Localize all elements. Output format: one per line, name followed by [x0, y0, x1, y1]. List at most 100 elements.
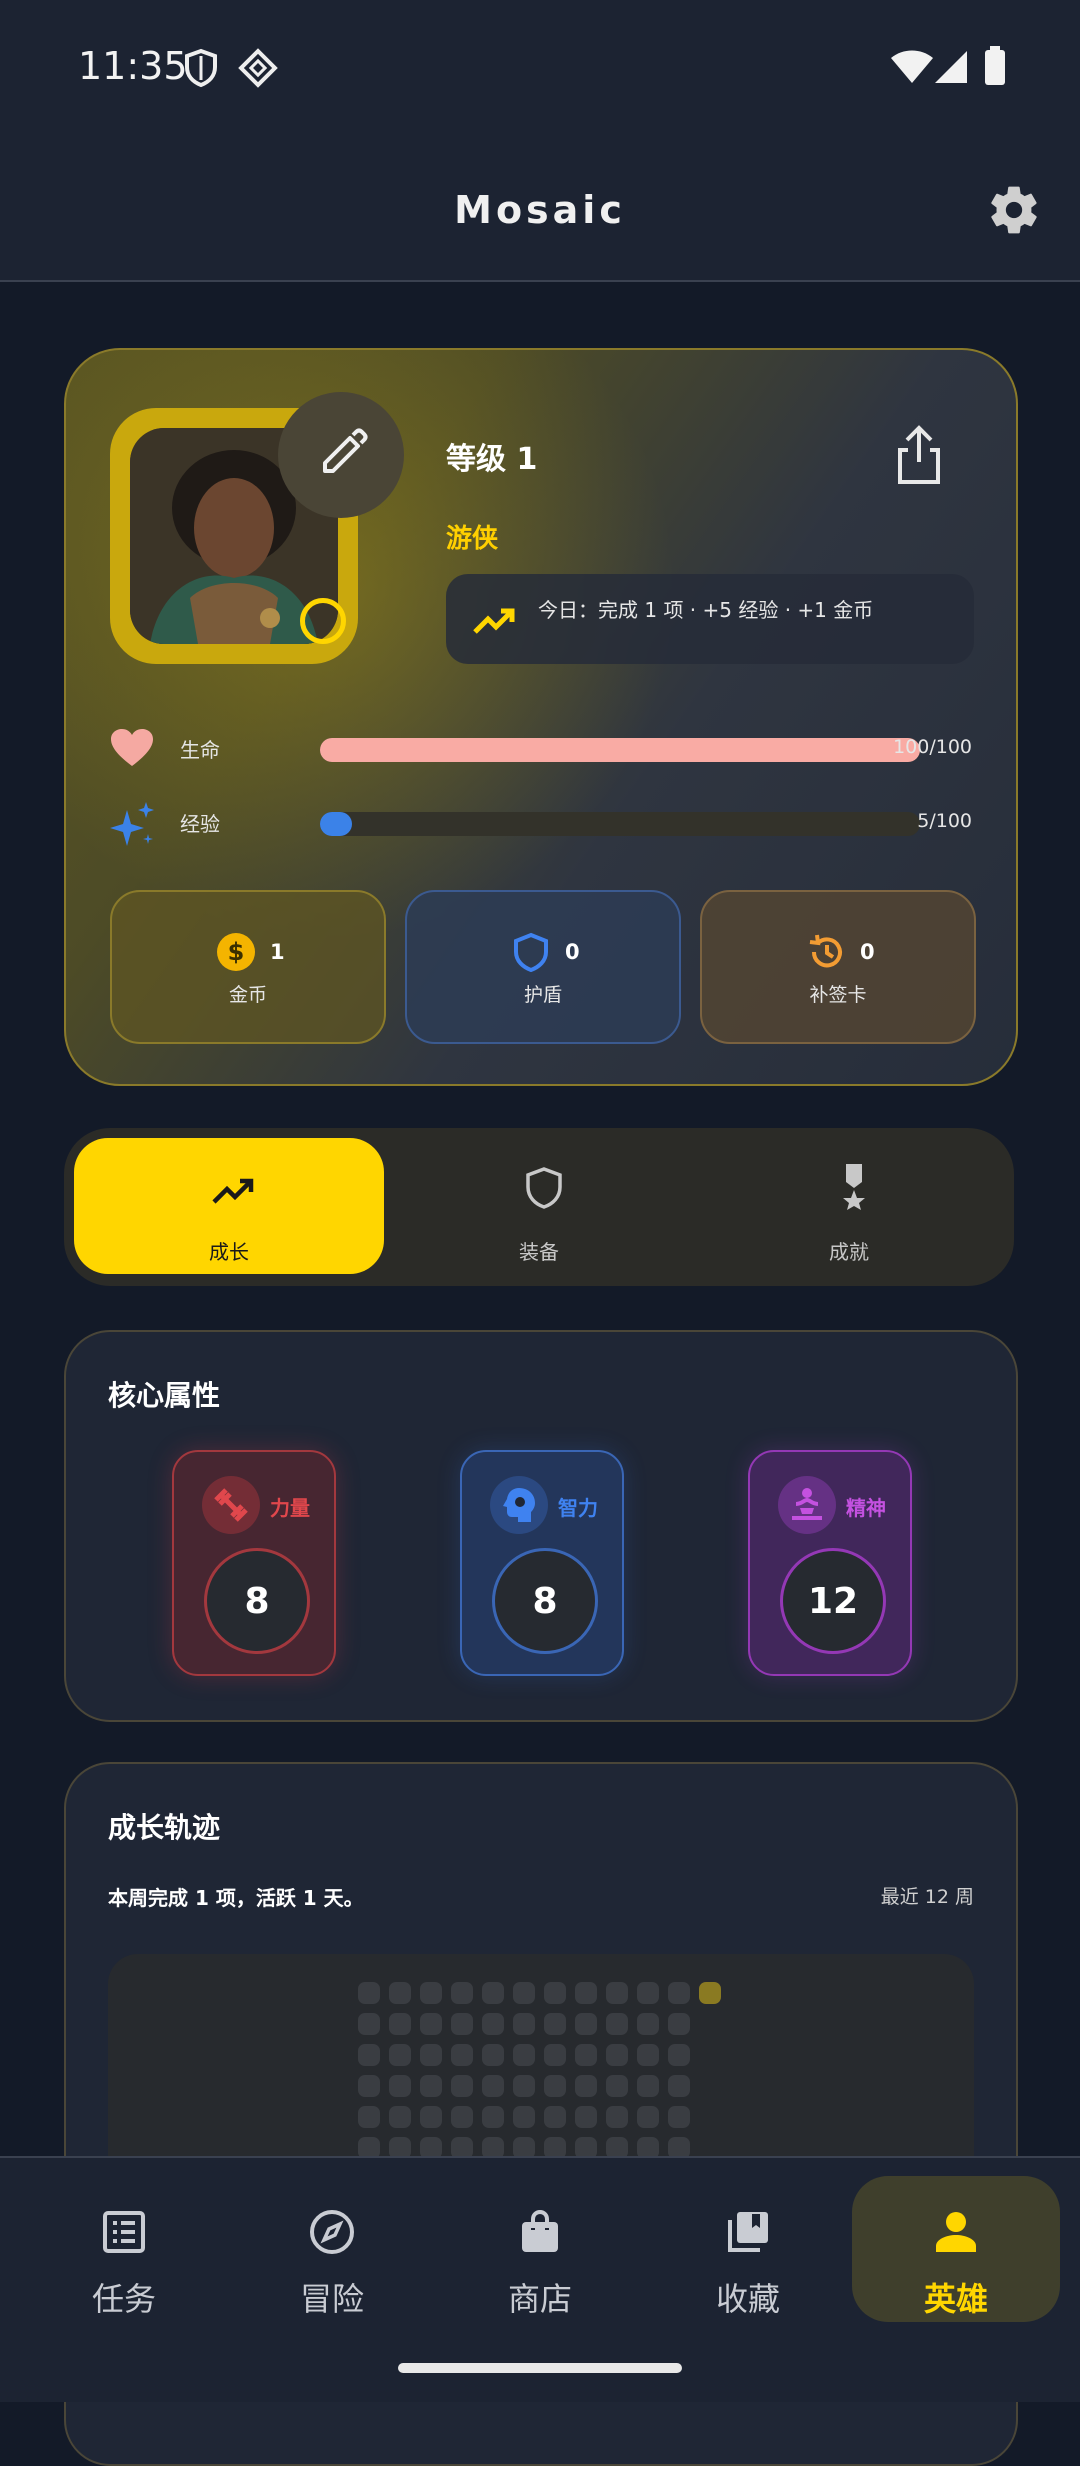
home-indicator[interactable] [398, 2363, 682, 2373]
core-attributes-card: 核心属性 力量 8 智力 8 精神 12 [64, 1330, 1018, 1722]
tab-achievements[interactable]: 成就 [694, 1138, 1004, 1274]
heatmap-cell [637, 2044, 659, 2066]
shield-value: 0 [565, 940, 580, 964]
gold-value: 1 [270, 940, 285, 964]
nav-shop-label: 商店 [507, 2280, 572, 2318]
tab-growth-label: 成长 [209, 1240, 249, 1264]
nav-shop[interactable]: 商店 [436, 2176, 644, 2322]
hp-value: 100/100 [893, 736, 972, 758]
dumbbell-icon [214, 1488, 248, 1522]
heatmap-cell [544, 2106, 566, 2128]
makeup-card-card[interactable]: 0 补签卡 [700, 890, 976, 1044]
status-ring [300, 598, 346, 644]
today-summary-box: 今日：完成 1 项 · +5 经验 · +1 金币 [446, 574, 974, 664]
heatmap-cell [482, 2013, 504, 2035]
heatmap-cell [544, 2044, 566, 2066]
hp-bar [320, 738, 920, 762]
exp-value: 5/100 [917, 810, 972, 832]
nav-collection[interactable]: 收藏 [644, 2176, 852, 2322]
heatmap-cell [513, 2075, 535, 2097]
share-icon[interactable] [886, 422, 952, 488]
heatmap-cell [420, 2013, 442, 2035]
heatmap-cell [606, 2106, 628, 2128]
heatmap-cell [606, 2044, 628, 2066]
shopping-bag-icon [522, 2209, 558, 2252]
makeup-card-label: 补签卡 [809, 984, 867, 1006]
shield-card[interactable]: 0 护盾 [405, 890, 681, 1044]
profile-tabs: 成长 装备 成就 [64, 1128, 1014, 1286]
gold-label: 金币 [228, 984, 267, 1006]
heatmap-cell [389, 1982, 411, 2004]
heatmap-cell [389, 2106, 411, 2128]
edit-avatar-button[interactable] [278, 392, 404, 518]
nav-hero[interactable]: 英雄 [852, 2176, 1060, 2322]
heatmap-cell [575, 2013, 597, 2035]
heatmap-cell [389, 2013, 411, 2035]
attribute-intelligence-name: 智力 [558, 1496, 598, 1520]
hero-card: 等级 1 游侠 今日：完成 1 项 · +5 经验 · +1 金币 生命 100… [64, 348, 1018, 1086]
shield-status-icon [185, 48, 217, 88]
trending-up-icon [473, 608, 515, 634]
heatmap-cell [451, 2044, 473, 2066]
attribute-strength-name: 力量 [270, 1496, 310, 1520]
growth-range-label[interactable]: 最近 12 周 [881, 1882, 974, 1909]
app-title: Mosaic [454, 188, 626, 232]
attribute-spirit[interactable]: 精神 12 [748, 1450, 912, 1676]
heatmap-cell [451, 2075, 473, 2097]
hp-label: 生命 [180, 738, 220, 762]
heatmap-cell [575, 2044, 597, 2066]
shield-icon [514, 932, 548, 972]
heatmap-cell [668, 2044, 690, 2066]
hero-level: 等级 1 [446, 442, 538, 477]
exp-bar [320, 812, 920, 836]
compass-icon [310, 2210, 354, 2254]
app-bar: Mosaic [0, 136, 1080, 282]
cellular-signal-icon [935, 51, 967, 83]
brain-icon [503, 1488, 535, 1522]
heatmap-cell [699, 1982, 721, 2004]
settings-gear-icon[interactable] [986, 182, 1042, 238]
person-icon [936, 2212, 976, 2252]
heatmap-cell [606, 2075, 628, 2097]
heatmap-cell [482, 2044, 504, 2066]
attribute-spirit-name: 精神 [846, 1496, 886, 1520]
hp-row: 生命 100/100 [110, 728, 972, 768]
attribute-spirit-value: 12 [807, 1581, 859, 1622]
exp-bar-fill [320, 812, 352, 836]
exp-label: 经验 [180, 812, 220, 836]
heatmap-cell [482, 1982, 504, 2004]
nav-adventure[interactable]: 冒险 [228, 2176, 436, 2322]
nav-adventure-label: 冒险 [299, 2280, 364, 2318]
heatmap-cell [389, 2044, 411, 2066]
attribute-intelligence[interactable]: 智力 8 [460, 1450, 624, 1676]
tab-equipment-label: 装备 [519, 1240, 559, 1264]
svg-text:$: $ [228, 938, 245, 966]
collection-icon [728, 2212, 768, 2252]
growth-title: 成长轨迹 [108, 1811, 221, 1844]
nav-tasks[interactable]: 任务 [20, 2176, 228, 2322]
gold-coin-card[interactable]: $ 1 金币 [110, 890, 386, 1044]
shield-label: 护盾 [523, 984, 562, 1006]
heatmap-cell [420, 2075, 442, 2097]
heatmap-cell [544, 1982, 566, 2004]
vpn-status-icon [238, 48, 278, 88]
heatmap-cell [668, 1982, 690, 2004]
heatmap-cell [420, 1982, 442, 2004]
nav-collection-label: 收藏 [715, 2280, 780, 2318]
heatmap-cell [513, 2044, 535, 2066]
tab-growth[interactable]: 成长 [74, 1138, 384, 1274]
wifi-icon [891, 50, 933, 83]
heatmap-cell [482, 2075, 504, 2097]
hero-class: 游侠 [446, 524, 499, 554]
tab-equipment[interactable]: 装备 [384, 1138, 694, 1274]
heatmap-cell [420, 2044, 442, 2066]
heatmap-cell [451, 1982, 473, 2004]
attribute-strength[interactable]: 力量 8 [172, 1450, 336, 1676]
attribute-strength-value: 8 [244, 1581, 270, 1622]
history-icon [809, 934, 842, 968]
heatmap-cell [513, 1982, 535, 2004]
heatmap-cell [451, 2013, 473, 2035]
heatmap-cell [358, 2106, 380, 2128]
medal-icon [843, 1164, 865, 1210]
heatmap-cell [637, 2075, 659, 2097]
